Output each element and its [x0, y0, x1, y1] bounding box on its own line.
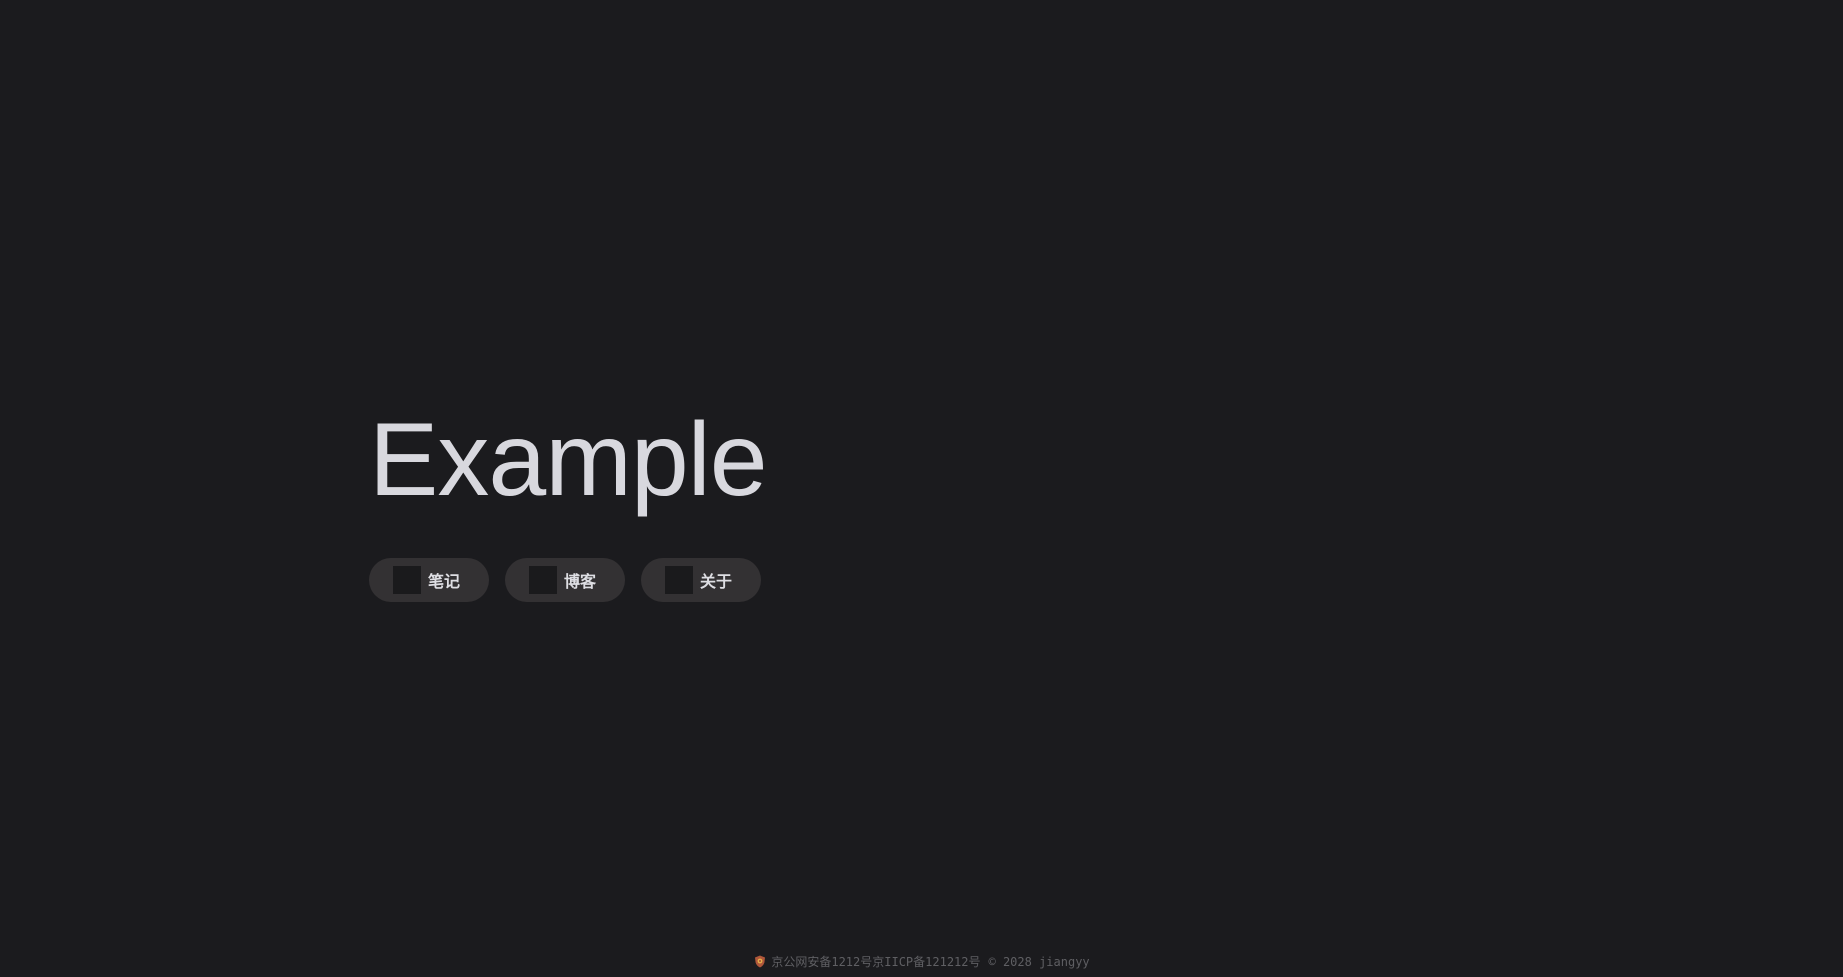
about-button[interactable]: 关于	[641, 558, 761, 602]
footer: 京公网安备1212号 京IICP备121212号 © 2028 jiangyy	[0, 953, 1843, 970]
main-nav: 笔记 博客 关于	[369, 558, 761, 602]
police-badge-icon	[753, 955, 767, 969]
blog-button[interactable]: 博客	[505, 558, 625, 602]
about-label: 关于	[700, 572, 733, 591]
about-icon	[665, 566, 693, 594]
blog-label: 博客	[564, 572, 597, 591]
notes-label: 笔记	[428, 572, 461, 591]
notes-button[interactable]: 笔记	[369, 558, 489, 602]
copyright-text: © 2028 jiangyy	[988, 954, 1090, 969]
notes-icon	[393, 566, 421, 594]
blog-icon	[529, 566, 557, 594]
site-title: Example	[369, 402, 768, 518]
hero: Example	[369, 400, 768, 520]
icp-record-link[interactable]: 京IICP备121212号	[872, 955, 980, 969]
public-security-record-link[interactable]: 京公网安备1212号	[771, 953, 872, 970]
